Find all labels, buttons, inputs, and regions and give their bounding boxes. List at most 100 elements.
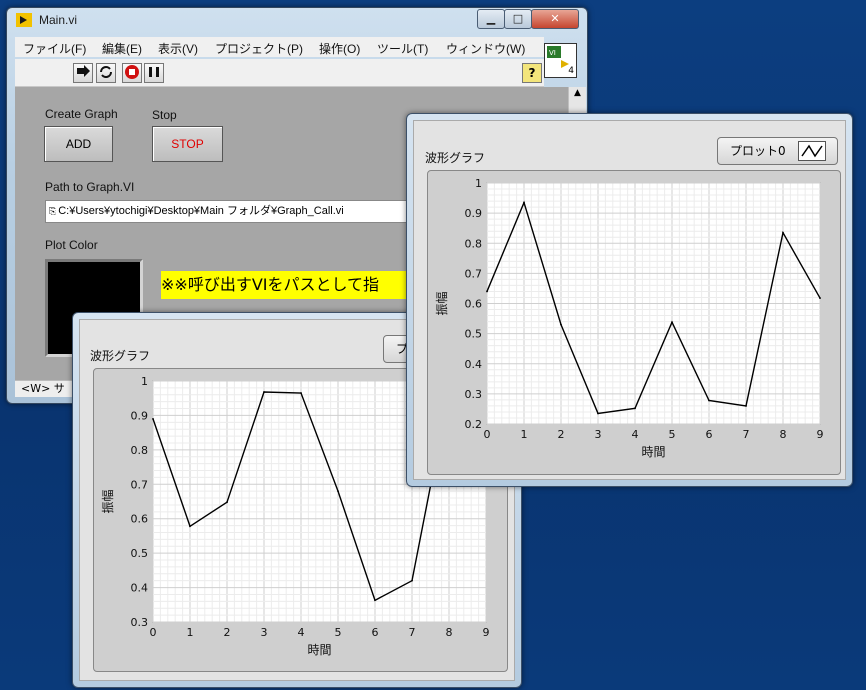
data-point [486,290,488,293]
y-tick-label: 0.6 [465,298,483,311]
graph-1-legend[interactable]: プロット0 [717,137,838,165]
title-bar[interactable]: Main.vi ▁ □ ✕ [7,8,587,30]
data-point [300,392,302,394]
data-point [597,412,599,415]
minimize-button[interactable]: ▁ [477,9,505,29]
graph-1-legend-label: プロット0 [730,144,786,158]
close-button[interactable]: ✕ [531,9,579,29]
menu-view[interactable]: 表示(V) [158,40,198,57]
graph-2-title: 波形グラフ [90,349,151,363]
y-tick-label: 0.2 [465,418,483,431]
y-axis-label: 振幅 [434,291,449,315]
path-label: Path to Graph.VI [45,180,135,194]
scroll-up-arrow-icon[interactable]: ▲ [569,87,586,99]
toolbar [15,59,544,87]
menu-operate[interactable]: 操作(O) [319,40,360,57]
create-graph-label: Create Graph [45,107,118,121]
data-point [374,599,376,602]
data-point [560,323,562,326]
x-tick-label: 5 [669,428,676,441]
menu-edit[interactable]: 編集(E) [102,40,142,57]
x-tick-label: 3 [595,428,602,441]
x-tick-label: 4 [298,626,305,639]
window-title: Main.vi [39,13,78,27]
data-point [152,417,154,420]
data-point [263,391,265,393]
path-value: C:¥Users¥ytochigi¥Desktop¥Main フォルダ¥Grap… [58,205,344,217]
graph-window-1[interactable]: 波形グラフ プロット0 0.2 0.3 0.4 0.5 0.6 0.7 0.8 0.9 1 0 1 2… [406,113,853,487]
y-tick-label: 0.6 [131,513,149,526]
graph-1-plot[interactable]: 0.2 0.3 0.4 0.5 0.6 0.7 0.8 0.9 1 0 1 2 3 4 5 6 7 8 9 時間 振幅 [428,171,840,474]
run-continuous-glyph [100,66,112,78]
y-tick-label: 0.5 [131,547,149,560]
menu-window[interactable]: ウィンドウ(W) [446,40,525,57]
x-tick-label: 8 [446,626,453,639]
y-tick-label: 1 [475,177,482,190]
y-tick-label: 0.5 [465,328,483,341]
x-tick-label: 8 [780,428,787,441]
x-tick-label: 1 [187,626,194,639]
x-axis-label: 時間 [641,445,665,459]
vi-icon-number: 4 [568,66,574,76]
pause-glyph [149,67,159,77]
x-tick-label: 2 [558,428,565,441]
path-field[interactable]: ⎘ C:¥Users¥ytochigi¥Desktop¥Main フォルダ¥Gra… [45,200,417,223]
data-point [671,321,673,324]
x-tick-label: 7 [409,626,416,639]
status-text: <W> サ [21,382,65,395]
menu-file[interactable]: ファイル(F) [23,40,86,57]
x-tick-label: 0 [150,626,157,639]
x-tick-label: 5 [335,626,342,639]
data-point [782,231,784,234]
vi-connector-icon[interactable]: VI 4 [544,43,577,78]
x-tick-label: 4 [632,428,639,441]
data-point [226,501,228,504]
x-tick-label: 2 [224,626,231,639]
stop-label: Stop [152,108,177,122]
abort-glyph [125,65,139,79]
run-arrow-glyph [77,65,90,77]
x-tick-label: 0 [484,428,491,441]
y-tick-label: 0.4 [131,582,149,595]
menu-tools[interactable]: ツール(T) [377,40,428,57]
y-tick-label: 0.9 [131,409,149,422]
x-tick-label: 3 [261,626,268,639]
plot-color-label: Plot Color [45,238,98,252]
data-point [411,579,413,582]
abort-stop-icon[interactable] [122,63,142,83]
data-point [523,201,525,204]
x-tick-label: 6 [706,428,713,441]
add-button[interactable]: ADD [44,126,113,162]
plot-line-sample-icon [801,144,823,158]
path-browse-icon[interactable]: ⎘ [49,206,56,216]
y-tick-label: 0.7 [131,478,149,491]
menu-bar: ファイル(F) 編集(E) 表示(V) プロジェクト(P) 操作(O) ツール(… [15,37,544,57]
y-axis-label: 振幅 [100,489,115,513]
y-tick-label: 0.8 [131,444,149,457]
y-tick-label: 0.4 [465,358,483,371]
y-tick-label: 0.3 [131,616,149,629]
svg-text:VI: VI [549,49,556,57]
menu-project[interactable]: プロジェクト(P) [215,40,303,57]
run-continuous-icon[interactable] [96,63,116,83]
data-point [634,407,636,410]
help-button[interactable]: ? [522,63,542,83]
data-point [708,399,710,402]
data-point [337,490,339,493]
data-point [819,297,821,299]
graph-1-frame: 0.2 0.3 0.4 0.5 0.6 0.7 0.8 0.9 1 0 1 2 3 4 5 6 7 8 9 時間 振幅 [427,170,841,475]
y-tick-label: 0.9 [465,207,483,220]
x-tick-label: 7 [743,428,750,441]
y-tick-label: 1 [141,375,148,388]
note-text: ※※呼び出すVIをパスとして指 [161,271,411,299]
x-tick-label: 9 [817,428,824,441]
data-point [189,525,191,528]
maximize-button[interactable]: □ [504,9,532,29]
run-arrow-icon[interactable] [73,63,93,83]
stop-button[interactable]: STOP [152,126,223,162]
x-tick-label: 1 [521,428,528,441]
labview-app-icon [16,13,32,27]
y-tick-label: 0.8 [465,237,483,250]
pause-icon[interactable] [144,63,164,83]
data-point [745,405,747,407]
